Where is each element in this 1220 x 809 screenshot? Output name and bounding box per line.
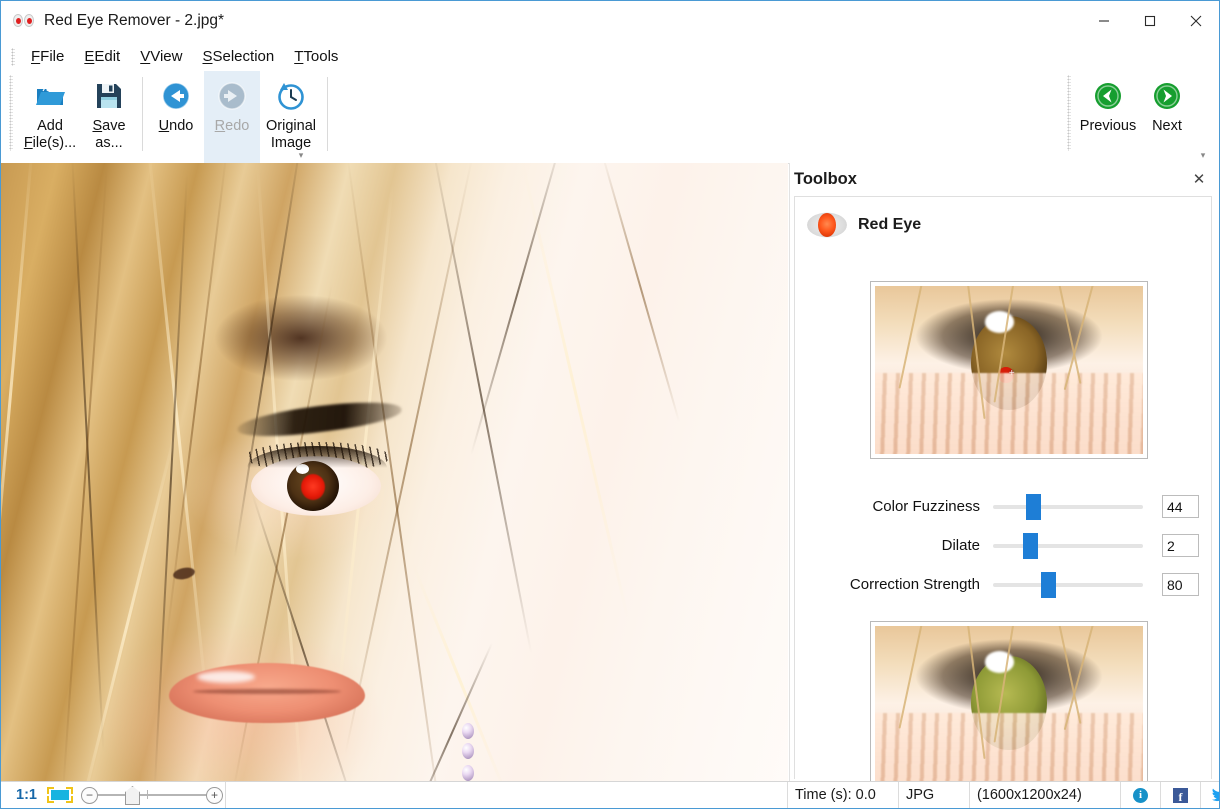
undo-arrow-icon	[159, 79, 193, 113]
toolbox-header: Toolbox ✕	[790, 163, 1219, 196]
info-icon[interactable]: i	[1121, 782, 1161, 808]
floppy-disk-icon	[92, 79, 126, 113]
add-files-label-2: File(s)...	[24, 135, 76, 152]
red-eye-icon	[807, 211, 847, 239]
minimize-button[interactable]	[1081, 1, 1127, 41]
toolbox-panel: Toolbox ✕ Red Eye +	[789, 163, 1219, 783]
correction-strength-label: Correction Strength	[795, 576, 993, 593]
redo-button: Redo	[204, 71, 260, 163]
title-bar: Red Eye Remover - 2.jpg*	[1, 1, 1219, 41]
maximize-button[interactable]	[1127, 1, 1173, 41]
window-controls	[1081, 1, 1219, 41]
slider-row-correction-strength: Correction Strength 80	[795, 565, 1213, 604]
menu-view[interactable]: VView	[130, 46, 192, 67]
add-files-button[interactable]: Add File(s)...	[19, 71, 81, 151]
redo-arrow-icon	[215, 79, 249, 113]
preview-before: +	[870, 281, 1148, 459]
status-social-icons: i f You Tube	[1121, 782, 1220, 808]
app-window: Red Eye Remover - 2.jpg* FFile EEdit VVi…	[0, 0, 1220, 809]
zoom-slider-thumb[interactable]	[125, 786, 140, 805]
menu-selection[interactable]: SSelection	[192, 46, 284, 67]
toolbox-title: Toolbox	[794, 170, 857, 189]
lips	[169, 663, 365, 723]
toolbar: Add File(s)... Save as...	[1, 71, 1219, 164]
zoom-slider[interactable]: − +	[81, 785, 223, 805]
menu-tools[interactable]: TTools	[284, 46, 348, 67]
twitter-icon[interactable]	[1201, 782, 1220, 808]
undo-button[interactable]: Undo	[148, 71, 204, 135]
toolbar-group-file: Add File(s)... Save as...	[9, 71, 333, 163]
slider-row-dilate: Dilate 2	[795, 526, 1213, 565]
menu-file-label: File	[32, 48, 65, 65]
color-fuzziness-label: Color Fuzziness	[795, 498, 993, 515]
next-button[interactable]: Next	[1139, 71, 1195, 135]
status-format: JPG	[899, 782, 970, 808]
eyebrow	[236, 396, 403, 442]
zoom-out-button[interactable]: −	[81, 787, 98, 804]
dilate-thumb[interactable]	[1023, 533, 1038, 559]
status-bar: 1:1 − + Time (s): 0.0 JPG (1600x1200x24)…	[1, 781, 1219, 808]
dilate-slider[interactable]	[993, 531, 1143, 561]
parameter-sliders: Color Fuzziness 44 Dilate 2	[795, 487, 1213, 604]
status-dimensions: (1600x1200x24)	[970, 782, 1121, 808]
lip-highlight	[197, 671, 255, 683]
menu-grip	[11, 48, 15, 66]
menu-edit-label: Edit	[85, 48, 120, 65]
green-right-arrow-icon	[1150, 79, 1184, 113]
toolbox-close-icon[interactable]: ✕	[1189, 169, 1209, 189]
menu-edit[interactable]: EEdit	[74, 46, 130, 67]
red-eyes-icon	[13, 13, 35, 29]
toolbar-overflow-left-icon[interactable]: ▾	[295, 149, 307, 161]
tool-header: Red Eye	[795, 197, 1211, 239]
toolbar-separator-2	[327, 77, 328, 151]
fit-to-window-icon[interactable]	[47, 787, 73, 803]
save-as-label-2: as...	[95, 135, 122, 152]
image-canvas[interactable]	[1, 163, 788, 783]
menu-file[interactable]: FFile	[21, 46, 74, 67]
zoom-ratio-label: 1:1	[8, 787, 45, 803]
open-folder-icon	[33, 79, 67, 113]
toolbar-separator-1	[142, 77, 143, 151]
dilate-label: Dilate	[795, 537, 993, 554]
close-button[interactable]	[1173, 1, 1219, 41]
toolbox-body: Red Eye +	[794, 196, 1212, 779]
toolbar-group-navigation: Previous Next ▾	[1067, 71, 1195, 163]
original-image-label-1: Original	[266, 118, 316, 135]
redo-label: Redo	[215, 118, 250, 135]
green-left-arrow-icon	[1091, 79, 1125, 113]
clock-revert-icon	[274, 79, 308, 113]
next-label: Next	[1152, 118, 1182, 135]
correction-strength-value[interactable]: 80	[1162, 573, 1199, 596]
earring	[461, 723, 475, 783]
color-fuzziness-thumb[interactable]	[1026, 494, 1041, 520]
undo-label: Undo	[159, 118, 194, 135]
previous-button[interactable]: Previous	[1077, 71, 1139, 135]
menu-selection-label: Selection	[204, 48, 275, 65]
color-fuzziness-value[interactable]: 44	[1162, 495, 1199, 518]
preview-after	[870, 621, 1148, 799]
subject-eye-with-red-pupil	[251, 455, 381, 517]
window-title: Red Eye Remover - 2.jpg*	[44, 12, 224, 30]
color-fuzziness-slider[interactable]	[993, 492, 1143, 522]
slider-row-color-fuzziness: Color Fuzziness 44	[795, 487, 1213, 526]
status-time: Time (s): 0.0	[787, 782, 899, 808]
dilate-value[interactable]: 2	[1162, 534, 1199, 557]
correction-strength-slider[interactable]	[993, 570, 1143, 600]
toolbar-grip-left	[9, 75, 13, 151]
menu-bar: FFile EEdit VView SSelection TTools	[1, 43, 1219, 70]
save-as-button[interactable]: Save as...	[81, 71, 137, 151]
add-files-label-1: Add	[37, 118, 63, 135]
toolbar-overflow-right-icon[interactable]: ▾	[1197, 149, 1209, 161]
toolbar-grip-right	[1067, 75, 1071, 151]
correction-strength-thumb[interactable]	[1041, 572, 1056, 598]
previous-label: Previous	[1080, 118, 1136, 135]
tool-name-label: Red Eye	[858, 216, 921, 234]
save-as-label-1: Save	[92, 118, 125, 135]
facebook-icon[interactable]: f	[1161, 782, 1201, 808]
menu-view-label: View	[140, 48, 182, 65]
menu-tools-label: Tools	[295, 48, 339, 65]
photo-portrait	[1, 163, 788, 783]
zoom-in-button[interactable]: +	[206, 787, 223, 804]
original-image-button[interactable]: Original Image	[260, 71, 322, 151]
